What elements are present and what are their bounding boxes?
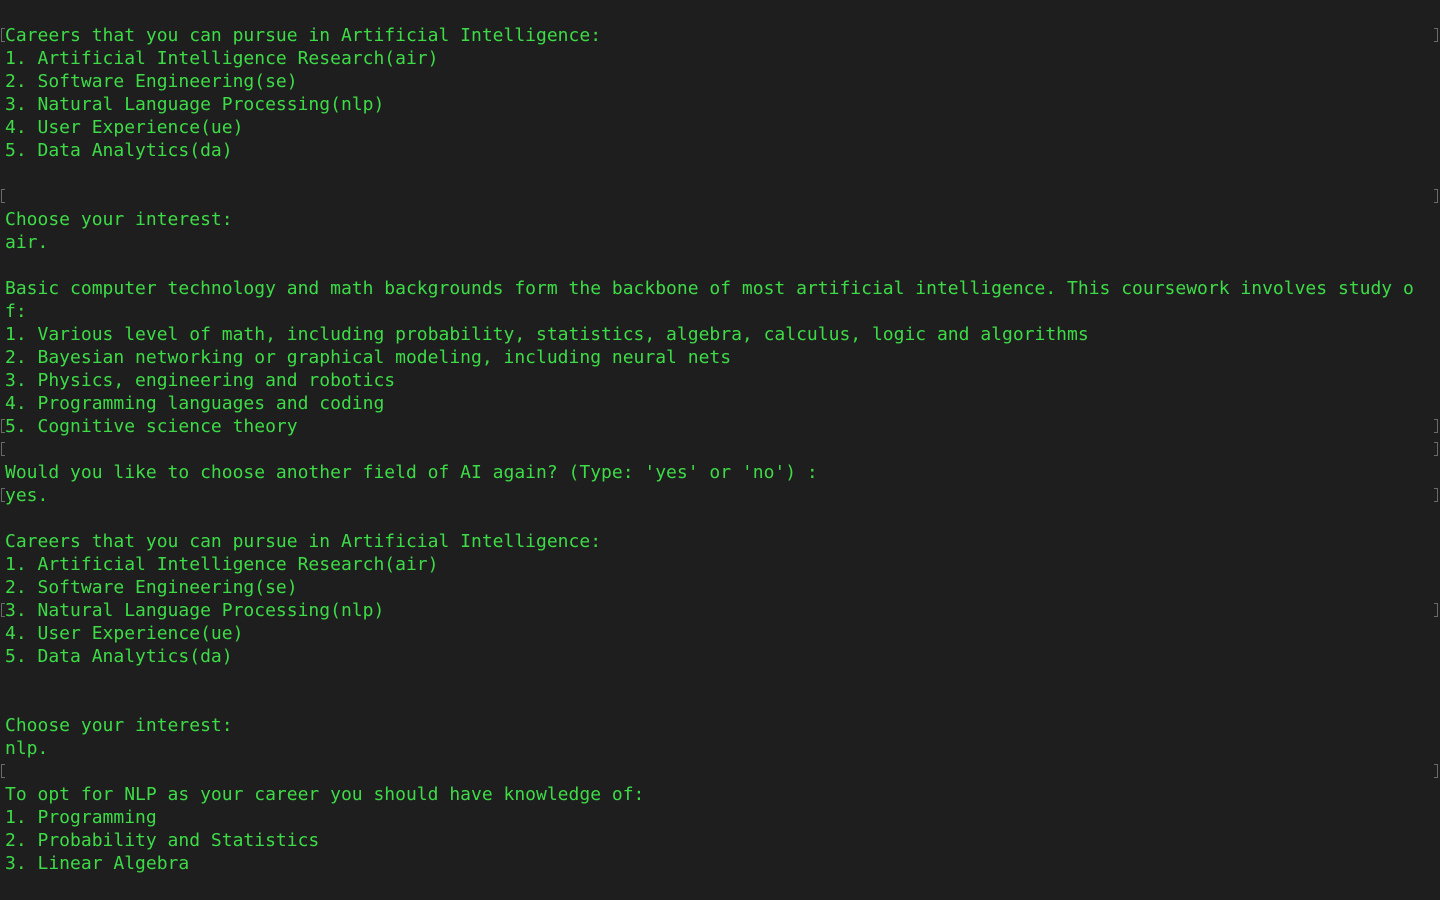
terminal-line: f:: [5, 301, 27, 322]
terminal-line: Basic computer technology and math backg…: [5, 278, 1414, 299]
terminal-line: 1. Artificial Intelligence Research(air): [5, 554, 439, 575]
line-marker-right: [1434, 764, 1438, 778]
terminal-line: 3. Linear Algebra: [5, 853, 190, 874]
terminal-line: [0, 438, 1440, 461]
terminal-line: Choose your interest:: [5, 715, 233, 736]
line-marker-right: [1434, 189, 1438, 203]
terminal-line: 3. Natural Language Processing(nlp): [0, 599, 1440, 622]
terminal-line: Careers that you can pursue in Artificia…: [0, 24, 1440, 47]
terminal-line: yes.: [0, 484, 1440, 507]
line-marker-left: [1, 419, 5, 433]
terminal-line: [0, 185, 1440, 208]
terminal-line: 2. Bayesian networking or graphical mode…: [5, 347, 732, 368]
line-marker-right: [1434, 28, 1438, 42]
terminal-line: Careers that you can pursue in Artificia…: [5, 531, 602, 552]
terminal-line: air.: [5, 232, 49, 253]
terminal-line: 1. Artificial Intelligence Research(air): [5, 48, 439, 69]
terminal-line: [0, 760, 1440, 783]
terminal-line: 4. Programming languages and coding: [5, 393, 385, 414]
terminal-line: 1. Various level of math, including prob…: [5, 324, 1089, 345]
terminal-line: 5. Cognitive science theory: [0, 415, 1440, 438]
terminal-line: 5. Data Analytics(da): [5, 140, 233, 161]
terminal-line: 2. Probability and Statistics: [5, 830, 320, 851]
terminal-line: 3. Physics, engineering and robotics: [5, 370, 396, 391]
terminal-line: 4. User Experience(ue): [5, 623, 244, 644]
terminal-line: To opt for NLP as your career you should…: [5, 784, 645, 805]
terminal-line: 2. Software Engineering(se): [5, 577, 298, 598]
terminal-line: 4. User Experience(ue): [5, 117, 244, 138]
terminal-line: Would you like to choose another field o…: [5, 462, 818, 483]
terminal-line: 5. Data Analytics(da): [5, 646, 233, 667]
line-marker-right: [1434, 488, 1438, 502]
line-marker-left: [1, 442, 5, 456]
line-marker-right: [1434, 442, 1438, 456]
line-marker-left: [1, 764, 5, 778]
line-marker-right: [1434, 603, 1438, 617]
terminal-line: Choose your interest:: [5, 209, 233, 230]
line-marker-left: [1, 603, 5, 617]
line-marker-right: [1434, 419, 1438, 433]
line-marker-left: [1, 189, 5, 203]
terminal-line: nlp.: [5, 738, 49, 759]
terminal-output[interactable]: Careers that you can pursue in Artificia…: [0, 0, 1440, 900]
terminal-line: 1. Programming: [5, 807, 157, 828]
line-marker-left: [1, 488, 5, 502]
terminal-line: 3. Natural Language Processing(nlp): [5, 94, 385, 115]
line-marker-left: [1, 28, 5, 42]
terminal-line: 2. Software Engineering(se): [5, 71, 298, 92]
